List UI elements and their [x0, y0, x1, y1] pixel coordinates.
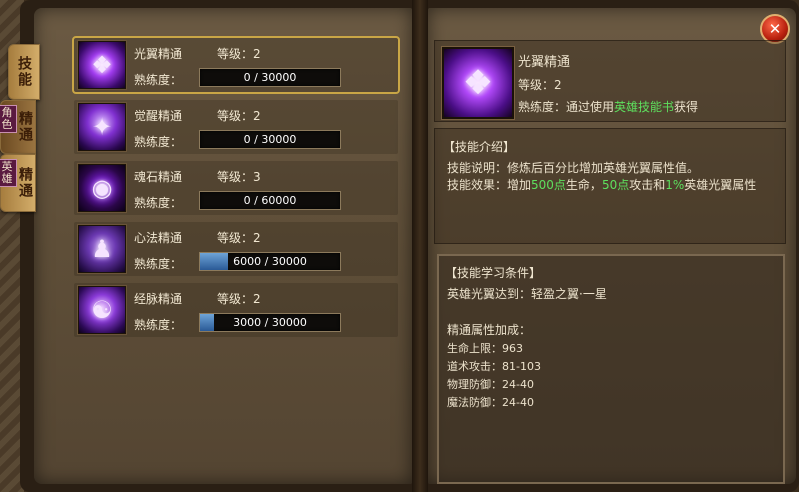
skill-row-wing[interactable]: ❖ 光翼精通 等级：2 熟练度： 0 / 30000 [72, 36, 400, 94]
book-spine [412, 0, 428, 492]
tab-role-mastery-label: 精通 [17, 111, 33, 143]
skill-row-mind[interactable]: ♟ 心法精通 等级：2 熟练度： 6000 / 30000 [74, 222, 398, 276]
tab-role-mastery[interactable]: 角色 精通 [0, 100, 36, 154]
wing-skill-detail-icon: ❖ [442, 47, 514, 119]
stat-magic-defense: 魔法防御：24-40 [447, 396, 534, 409]
wing-skill-icon: ❖ [78, 41, 126, 89]
skill-level: 等级：2 [217, 109, 261, 123]
mind-skill-icon: ♟ [78, 225, 126, 273]
tab-role-badge: 角色 [0, 105, 17, 133]
skill-level: 等级：2 [217, 231, 261, 245]
stat-hp: 生命上限：963 [447, 342, 523, 355]
stat-taoist-attack: 道术攻击：81-103 [447, 360, 541, 373]
meridian-skill-icon: ☯ [78, 286, 126, 334]
tab-skills[interactable]: 技能 [8, 44, 40, 100]
proficiency-label: 熟练度： [134, 257, 183, 271]
proficiency-bar: 0 / 60000 [199, 191, 341, 210]
tab-skills-label: 技能 [16, 56, 32, 88]
skill-name: 觉醒精通 [134, 109, 183, 123]
skill-name: 心法精通 [134, 231, 183, 245]
proficiency-value: 0 / 60000 [243, 194, 297, 207]
proficiency-label: 熟练度： [134, 135, 183, 149]
skill-intro-title: 【技能介绍】 [443, 140, 516, 154]
skill-level: 等级：2 [217, 47, 261, 61]
hero-skillbook-link[interactable]: 英雄技能书 [614, 100, 674, 114]
skill-row-awaken[interactable]: ✦ 觉醒精通 等级：2 熟练度： 0 / 30000 [74, 100, 398, 154]
skill-row-soulstone[interactable]: ◉ 魂石精通 等级：3 熟练度： 0 / 60000 [74, 161, 398, 215]
detail-skill-level: 等级：2 [518, 78, 562, 92]
tab-hero-mastery[interactable]: 英雄 精通 [0, 154, 36, 212]
mastery-bonus-title: 精通属性加成： [447, 323, 532, 337]
close-icon: ✕ [768, 20, 782, 38]
detail-skill-name: 光翼精通 [518, 55, 571, 70]
skill-level: 等级：2 [217, 292, 261, 306]
detail-proficiency-source: 熟练度：通过使用英雄技能书获得 [518, 100, 699, 114]
proficiency-value: 0 / 30000 [243, 71, 297, 84]
proficiency-bar: 0 / 30000 [199, 68, 341, 87]
skill-name: 光翼精通 [134, 47, 183, 61]
proficiency-bar: 6000 / 30000 [199, 252, 341, 271]
skill-effect: 技能效果：增加500点生命，50点攻击和1%英雄光翼属性 [447, 178, 757, 192]
stat-physical-defense: 物理防御：24-40 [447, 378, 534, 391]
conditions-title: 【技能学习条件】 [445, 266, 542, 280]
proficiency-value: 6000 / 30000 [233, 255, 307, 268]
proficiency-bar: 0 / 30000 [199, 130, 341, 149]
proficiency-label: 熟练度： [134, 318, 183, 332]
awaken-skill-icon: ✦ [78, 103, 126, 151]
skill-description: 技能说明：修炼后百分比增加英雄光翼属性值。 [447, 161, 700, 175]
skill-row-meridian[interactable]: ☯ 经脉精通 等级：2 熟练度： 3000 / 30000 [74, 283, 398, 337]
tab-hero-mastery-label: 精通 [17, 167, 33, 199]
skill-name: 经脉精通 [134, 292, 183, 306]
skill-level: 等级：3 [217, 170, 261, 184]
soulstone-skill-icon: ◉ [78, 164, 126, 212]
proficiency-bar: 3000 / 30000 [199, 313, 341, 332]
proficiency-label: 熟练度： [134, 196, 183, 210]
proficiency-value: 3000 / 30000 [233, 316, 307, 329]
proficiency-label: 熟练度： [134, 73, 183, 87]
proficiency-value: 0 / 30000 [243, 133, 297, 146]
condition-requirement: 英雄光翼达到：轻盈之翼·一星 [447, 287, 607, 301]
skill-name: 魂石精通 [134, 170, 183, 184]
tab-hero-badge: 英雄 [0, 159, 17, 187]
